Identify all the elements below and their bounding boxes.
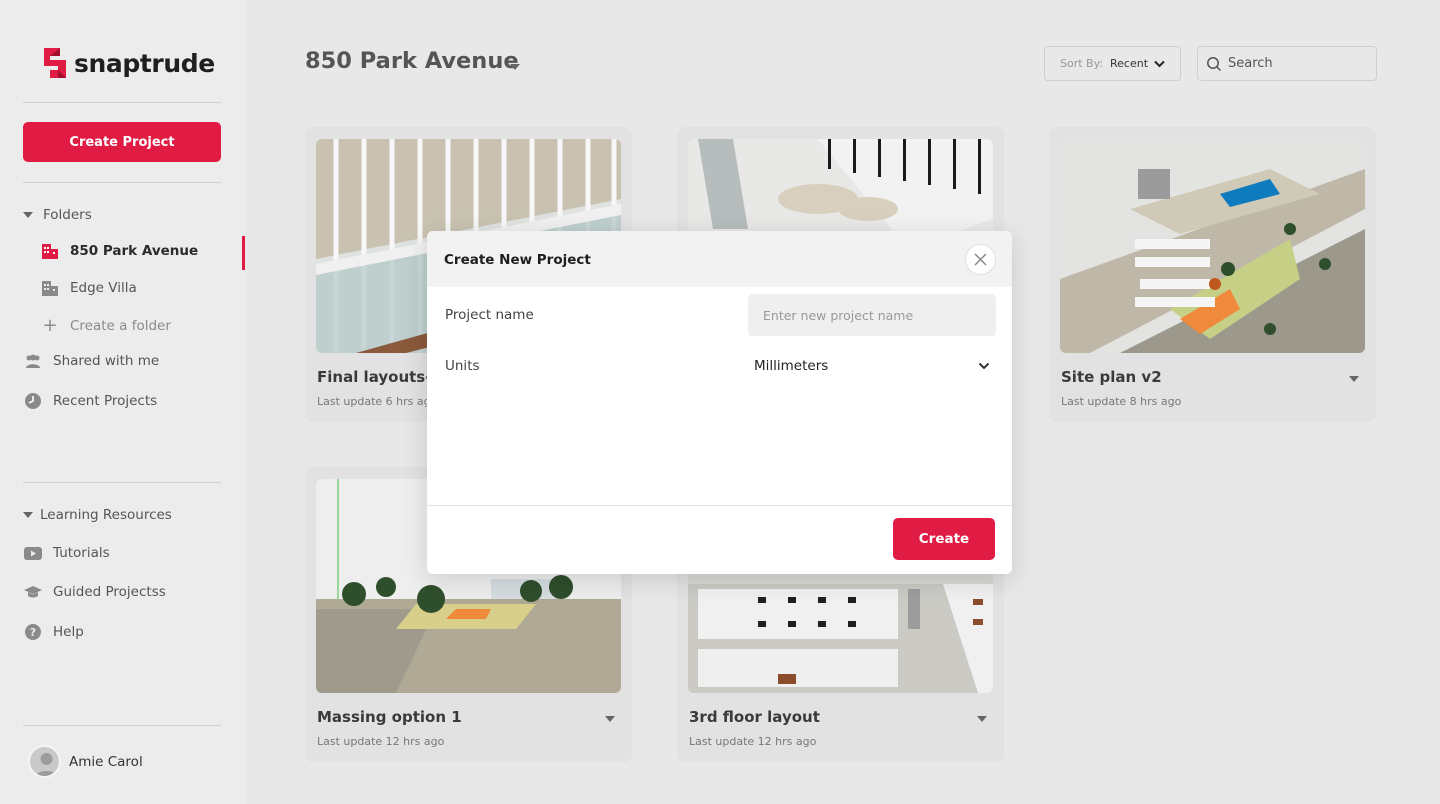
create-folder-label: Create a folder — [70, 317, 171, 334]
create-folder-button[interactable]: + Create a folder — [40, 315, 171, 336]
sidebar-item-label: 850 Park Avenue — [70, 243, 199, 259]
caret-down-icon — [23, 212, 33, 218]
user-name: Amie Carol — [69, 753, 143, 770]
recent-label: Recent Projects — [53, 393, 158, 409]
sort-dropdown[interactable]: Sort By: Recent — [1044, 46, 1181, 81]
user-profile[interactable]: Amie Carol — [28, 745, 143, 778]
project-name-label: Project name — [445, 307, 534, 323]
dialog-header: Create New Project — [427, 231, 1012, 287]
learning-resources-toggle[interactable]: Learning Resources — [23, 507, 172, 523]
project-title: Site plan v2 — [1061, 368, 1162, 386]
guided-projects-label: Guided Projectss — [53, 584, 166, 600]
project-name-input[interactable] — [748, 294, 996, 336]
snaptrude-logo-icon — [44, 48, 66, 78]
search-input[interactable] — [1228, 56, 1368, 71]
svg-text:?: ? — [30, 626, 36, 639]
sidebar-item-guided-projects[interactable]: Guided Projectss — [23, 584, 166, 600]
folders-label: Folders — [43, 207, 92, 223]
page-title: 850 Park Avenue — [305, 48, 519, 74]
sidebar-item-shared[interactable]: Shared with me — [23, 353, 159, 369]
divider — [23, 482, 221, 483]
create-button[interactable]: Create — [893, 518, 995, 560]
caret-down-icon[interactable] — [977, 716, 987, 722]
avatar — [28, 745, 61, 778]
tutorials-label: Tutorials — [53, 545, 110, 561]
app-logo[interactable]: snaptrude — [42, 46, 215, 80]
project-title: Massing option 1 — [317, 708, 462, 726]
help-label: Help — [53, 624, 84, 640]
project-last-update: Last update 12 hrs ago — [317, 735, 445, 748]
clock-icon — [23, 392, 43, 410]
sort-label: Sort By: — [1060, 57, 1104, 70]
graduation-cap-icon — [23, 585, 43, 599]
sidebar-item-tutorials[interactable]: Tutorials — [23, 545, 110, 561]
close-button[interactable] — [965, 244, 996, 275]
project-title: 3rd floor layout — [689, 708, 820, 726]
divider — [23, 725, 221, 726]
folders-toggle[interactable]: Folders — [23, 207, 92, 223]
units-select[interactable]: Millimeters — [748, 349, 996, 383]
project-thumbnail — [1060, 139, 1365, 353]
units-value: Millimeters — [754, 358, 829, 374]
create-project-dialog: Create New Project Project name Units Mi… — [427, 231, 1012, 574]
project-last-update: Last update 6 hrs ago — [317, 395, 438, 408]
building-icon — [40, 279, 60, 297]
plus-icon: + — [42, 315, 58, 336]
sidebar-item-recent[interactable]: Recent Projects — [23, 392, 157, 410]
sidebar-item-help[interactable]: ? Help — [23, 623, 84, 641]
caret-down-icon[interactable] — [510, 64, 520, 70]
project-last-update: Last update 12 hrs ago — [689, 735, 817, 748]
caret-down-icon — [23, 512, 33, 518]
close-icon — [974, 253, 987, 266]
sort-value: Recent — [1110, 57, 1149, 70]
active-indicator — [242, 236, 245, 270]
divider — [23, 102, 221, 103]
divider — [23, 182, 221, 183]
people-icon — [23, 354, 43, 368]
sidebar-item-label: Edge Villa — [70, 280, 137, 296]
learning-resources-label: Learning Resources — [40, 507, 172, 523]
caret-down-icon[interactable] — [1349, 376, 1359, 382]
sidebar: snaptrude Create Project Folders 850 Par… — [0, 0, 245, 804]
divider — [427, 505, 1012, 506]
building-icon — [40, 242, 60, 260]
caret-down-icon[interactable] — [605, 716, 615, 722]
create-project-button[interactable]: Create Project — [23, 122, 221, 162]
app-name: snaptrude — [74, 48, 215, 78]
sidebar-item-edge-villa[interactable]: Edge Villa — [40, 279, 137, 297]
question-icon: ? — [23, 623, 43, 641]
search-box[interactable] — [1197, 46, 1377, 81]
project-card[interactable]: Site plan v2 Last update 8 hrs ago — [1049, 127, 1376, 422]
search-icon — [1207, 56, 1222, 71]
project-last-update: Last update 8 hrs ago — [1061, 395, 1182, 408]
youtube-icon — [23, 546, 43, 560]
dialog-title: Create New Project — [444, 252, 591, 268]
sidebar-item-850-park-avenue[interactable]: 850 Park Avenue — [40, 242, 198, 260]
units-label: Units — [445, 358, 480, 374]
chevron-down-icon — [1154, 60, 1165, 67]
shared-label: Shared with me — [53, 353, 160, 369]
chevron-down-icon — [978, 362, 990, 370]
